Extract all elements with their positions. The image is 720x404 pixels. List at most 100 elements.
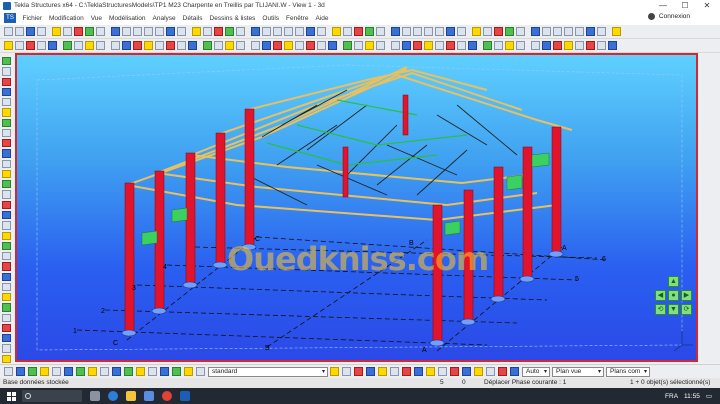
toolbar-tool-icon[interactable] <box>391 41 400 50</box>
toolbar-tool-icon[interactable] <box>85 41 94 50</box>
status-tool-icon[interactable] <box>76 367 85 376</box>
toolbar-tool-icon[interactable] <box>2 139 11 148</box>
toolbar-tool-icon[interactable] <box>96 41 105 50</box>
status-tool-icon[interactable] <box>136 367 145 376</box>
toolbar-tool-icon[interactable] <box>2 272 11 281</box>
status-tool-icon[interactable] <box>112 367 121 376</box>
toolbar-tool-icon[interactable] <box>391 27 400 36</box>
toolbar-tool-icon[interactable] <box>26 41 35 50</box>
toolbar-tool-icon[interactable] <box>446 41 455 50</box>
toolbar-tool-icon[interactable] <box>597 27 606 36</box>
menu-modification[interactable]: Modification <box>46 15 88 22</box>
toolbar-tool-icon[interactable] <box>111 27 120 36</box>
toolbar-tool-icon[interactable] <box>343 27 352 36</box>
toolbar-tool-icon[interactable] <box>2 354 11 363</box>
nav-center-button[interactable]: ● <box>668 290 679 301</box>
toolbar-tool-icon[interactable] <box>214 27 223 36</box>
toolbar-tool-icon[interactable] <box>2 282 11 292</box>
toolbar-tool-icon[interactable] <box>612 27 621 36</box>
toolbar-tool-icon[interactable] <box>365 41 374 50</box>
toolbar-tool-icon[interactable] <box>575 41 584 50</box>
toolbar-tool-icon[interactable] <box>236 41 245 50</box>
toolbar-tool-icon[interactable] <box>133 27 142 36</box>
toolbar-tool-icon[interactable] <box>2 200 11 209</box>
toolbar-tool-icon[interactable] <box>435 27 444 36</box>
toolbar-tool-icon[interactable] <box>2 221 11 230</box>
toolbar-tool-icon[interactable] <box>586 41 595 50</box>
toolbar-tool-icon[interactable] <box>402 41 411 50</box>
toolbar-tool-icon[interactable] <box>15 41 24 50</box>
toolbar-tool-icon[interactable] <box>225 27 234 36</box>
toolbar-tool-icon[interactable] <box>2 169 11 179</box>
toolbar-tool-icon[interactable] <box>2 334 11 343</box>
clock[interactable]: 11:55 <box>684 393 700 400</box>
toolbar-tool-icon[interactable] <box>542 27 551 36</box>
workplane-select[interactable]: Plans com ▾ <box>606 366 650 377</box>
toolbar-tool-icon[interactable] <box>457 27 466 36</box>
toolbar-tool-icon[interactable] <box>608 41 617 50</box>
snap-tool-icon[interactable] <box>510 367 519 376</box>
toolbar-tool-icon[interactable] <box>2 108 11 117</box>
toolbar-tool-icon[interactable] <box>192 27 201 36</box>
status-tool-icon[interactable] <box>16 367 25 376</box>
taskbar-search[interactable] <box>22 390 82 402</box>
connect-button[interactable]: Connexion <box>647 13 690 20</box>
menu-vue[interactable]: Vue <box>87 15 105 22</box>
toolbar-tool-icon[interactable] <box>2 262 11 271</box>
toolbar-tool-icon[interactable] <box>564 27 573 36</box>
status-tool-icon[interactable] <box>160 367 169 376</box>
taskbar-app-store[interactable] <box>140 388 158 404</box>
status-tool-icon[interactable] <box>172 367 181 376</box>
toolbar-tool-icon[interactable] <box>531 41 540 50</box>
snap-tool-icon[interactable] <box>366 367 375 376</box>
toolbar-tool-icon[interactable] <box>144 27 153 36</box>
snap-select[interactable]: Auto ▾ <box>522 366 550 377</box>
toolbar-tool-icon[interactable] <box>586 27 595 36</box>
toolbar-tool-icon[interactable] <box>2 293 11 302</box>
toolbar-tool-icon[interactable] <box>2 231 11 240</box>
status-tool-icon[interactable] <box>52 367 61 376</box>
toolbar-tool-icon[interactable] <box>2 323 11 333</box>
menu-details[interactable]: Détails <box>179 15 206 22</box>
toolbar-tool-icon[interactable] <box>96 27 105 36</box>
toolbar-tool-icon[interactable] <box>177 41 186 50</box>
toolbar-tool-icon[interactable] <box>413 27 422 36</box>
toolbar-tool-icon[interactable] <box>2 303 11 312</box>
toolbar-tool-icon[interactable] <box>122 41 131 50</box>
taskbar-app-explorer[interactable] <box>122 388 140 404</box>
toolbar-tool-icon[interactable] <box>2 252 11 261</box>
toolbar-tool-icon[interactable] <box>236 27 245 36</box>
snap-tool-icon[interactable] <box>414 367 423 376</box>
toolbar-tool-icon[interactable] <box>531 27 540 36</box>
toolbar-tool-icon[interactable] <box>306 41 315 50</box>
snap-tool-icon[interactable] <box>450 367 459 376</box>
toolbar-tool-icon[interactable] <box>328 41 337 50</box>
toolbar-tool-icon[interactable] <box>295 27 304 36</box>
toolbar-tool-icon[interactable] <box>564 41 573 50</box>
toolbar-tool-icon[interactable] <box>63 27 72 36</box>
status-tool-icon[interactable] <box>88 367 97 376</box>
toolbar-tool-icon[interactable] <box>2 210 11 220</box>
status-tool-icon[interactable] <box>28 367 37 376</box>
snap-tool-icon[interactable] <box>330 367 339 376</box>
toolbar-tool-icon[interactable] <box>354 27 363 36</box>
toolbar-tool-icon[interactable] <box>251 41 260 50</box>
toolbar-tool-icon[interactable] <box>2 67 11 76</box>
toolbar-tool-icon[interactable] <box>2 180 11 189</box>
toolbar-tool-icon[interactable] <box>505 41 514 50</box>
toolbar-tool-icon[interactable] <box>122 27 131 36</box>
rotate-left-button[interactable]: ⟲ <box>655 304 666 315</box>
toolbar-tool-icon[interactable] <box>446 27 455 36</box>
snap-tool-icon[interactable] <box>354 367 363 376</box>
view-select[interactable]: standard ▾ <box>208 366 328 377</box>
snap-tool-icon[interactable] <box>486 367 495 376</box>
toolbar-tool-icon[interactable] <box>332 27 341 36</box>
toolbar-tool-icon[interactable] <box>52 27 61 36</box>
nav-left-button[interactable]: ◀ <box>655 290 666 301</box>
toolbar-tool-icon[interactable] <box>262 41 271 50</box>
toolbar-tool-icon[interactable] <box>2 149 11 158</box>
toolbar-tool-icon[interactable] <box>144 41 153 50</box>
maximize-button[interactable]: ☐ <box>674 0 696 11</box>
snap-tool-icon[interactable] <box>390 367 399 376</box>
taskbar-app-tasks[interactable] <box>86 388 104 404</box>
